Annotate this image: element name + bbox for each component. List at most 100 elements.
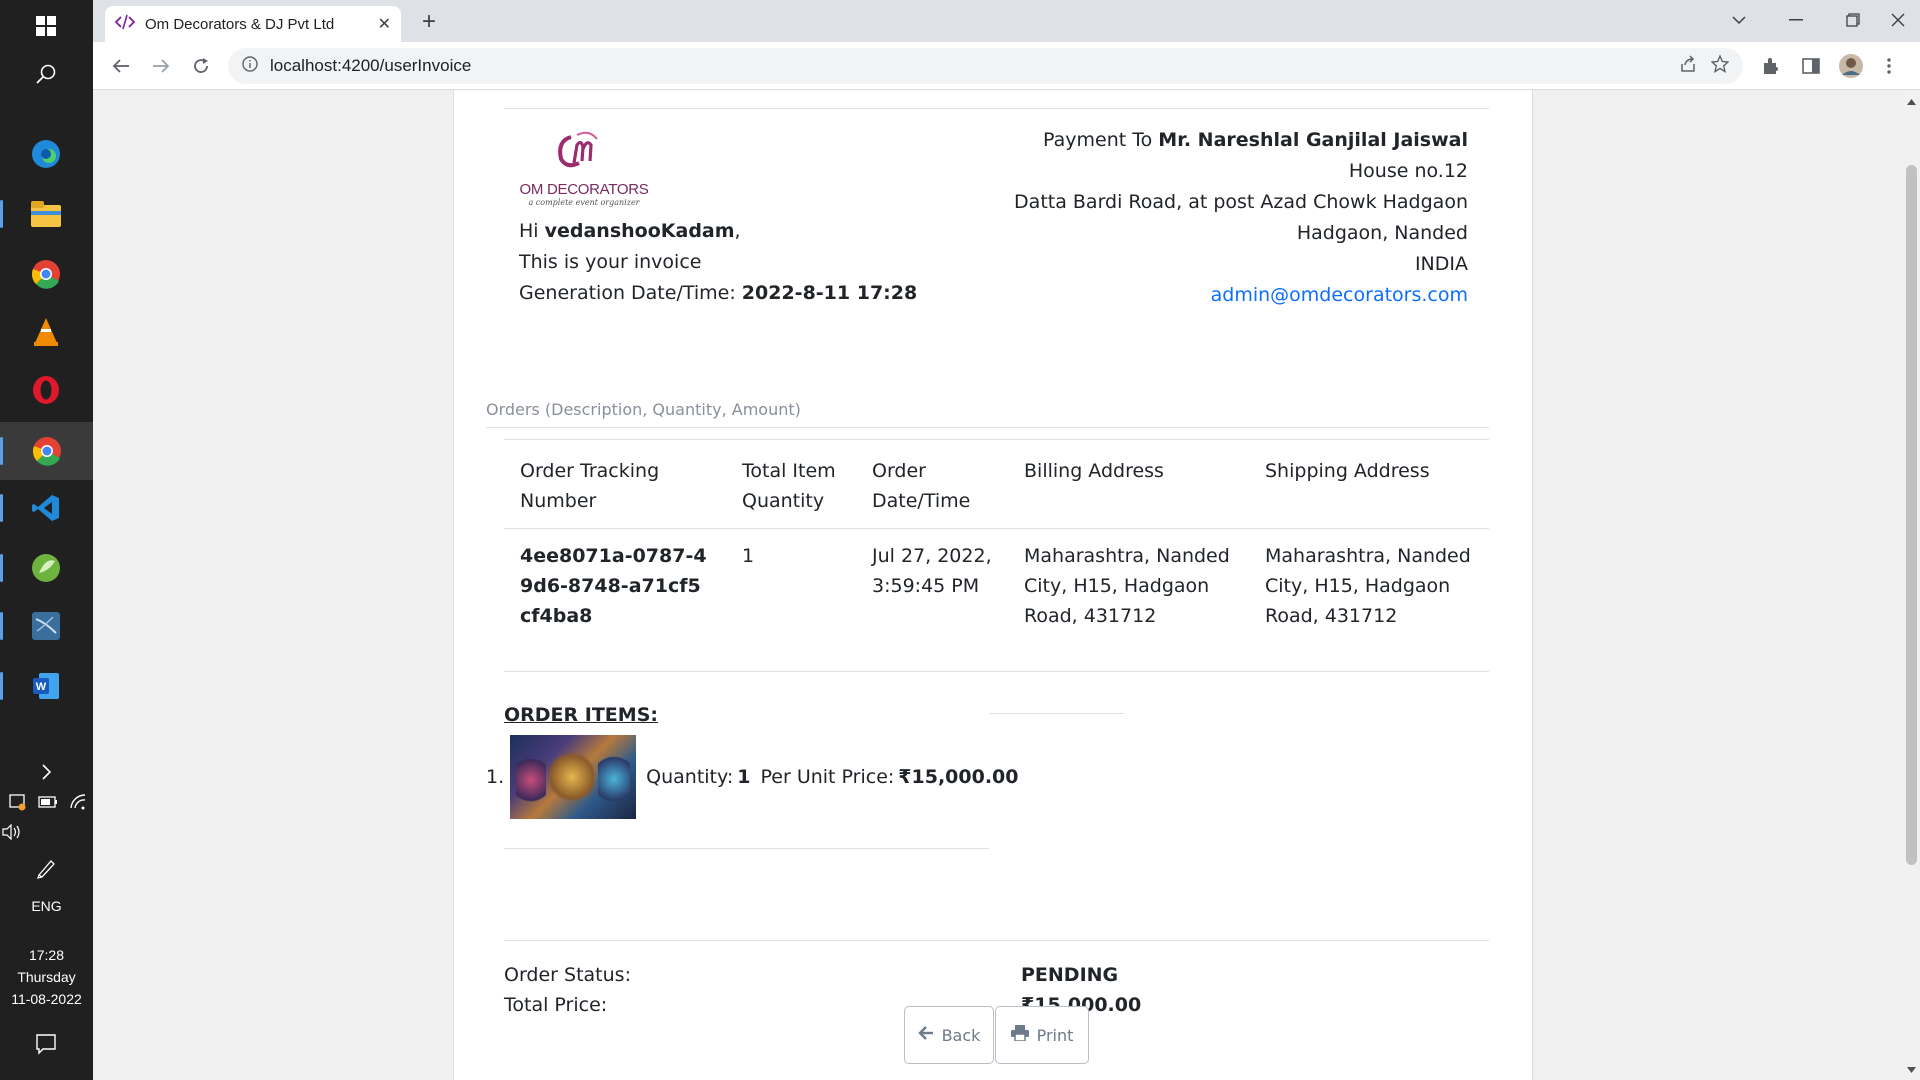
payment-label: Payment To	[1043, 129, 1159, 151]
table-header-row: Order Tracking Number Total Item Quantit…	[504, 440, 1489, 529]
payment-to-block: Payment To Mr. Nareshlal Ganjilal Jaiswa…	[1014, 125, 1468, 311]
close-tab-icon[interactable]: ✕	[378, 14, 391, 34]
menu-kebab-icon[interactable]	[1873, 50, 1905, 82]
security-tray-icon[interactable]	[9, 793, 27, 816]
browser-window: Om Decorators & DJ Pvt Ltd ✕ + localhost…	[93, 0, 1920, 1080]
table-row: 4ee8071a-0787-49d6-8748-a71cf5cf4ba8 1 J…	[504, 529, 1489, 672]
site-info-icon[interactable]	[242, 55, 258, 77]
word-icon[interactable]: W	[0, 668, 64, 704]
opera-icon[interactable]	[28, 372, 64, 408]
back-button-label: Back	[941, 1025, 981, 1045]
browser-tab[interactable]: Om Decorators & DJ Pvt Ltd ✕	[105, 6, 401, 42]
total-label: Total Price:	[504, 994, 608, 1016]
invoice-subtitle: This is your invoice	[519, 251, 702, 273]
back-nav-icon[interactable]	[105, 50, 137, 82]
quantity-label: Quantity:	[646, 766, 734, 788]
orders-table: Order Tracking Number Total Item Quantit…	[504, 440, 1489, 672]
invoice-page: OM DECORATORS a complete event organizer…	[453, 90, 1533, 1080]
minimize-button[interactable]	[1776, 4, 1816, 36]
mysql-workbench-icon[interactable]	[0, 608, 64, 644]
header-tracking-number: Order Tracking Number	[520, 460, 660, 512]
quantity-value: 1	[737, 766, 751, 788]
bookmark-star-icon[interactable]	[1710, 53, 1730, 78]
address-bar[interactable]: localhost:4200/userInvoice	[228, 48, 1743, 84]
battery-icon[interactable]	[38, 795, 58, 813]
invoice-greeting: Hi vedanshooKadam, This is your invoice …	[519, 216, 917, 309]
svg-text:W: W	[36, 681, 47, 693]
spring-tool-icon[interactable]	[0, 550, 64, 586]
chrome-icon[interactable]	[28, 256, 64, 292]
list-item: 1. Quantity: 1 Per Unit Price: ₹15,000.0…	[486, 735, 1019, 819]
status-badge: PENDING	[1021, 964, 1119, 986]
system-tray	[4, 793, 92, 816]
address-line: Datta Bardi Road, at post Azad Chowk Had…	[1014, 191, 1468, 213]
item-divider-short	[989, 713, 1124, 714]
clock[interactable]: 17:28 Thursday 11-08-2022	[0, 944, 93, 1010]
price-value: ₹15,000.00	[898, 766, 1019, 788]
clock-day: Thursday	[17, 969, 76, 985]
vscode-icon[interactable]	[0, 490, 64, 526]
back-button[interactable]: Back	[904, 1006, 994, 1064]
search-icon[interactable]	[28, 56, 64, 92]
summary-divider	[504, 940, 1489, 941]
notification-icon[interactable]	[28, 1026, 64, 1062]
profile-avatar[interactable]	[1835, 50, 1867, 82]
new-tab-button[interactable]: +	[415, 8, 443, 36]
order-items-heading: ORDER ITEMS:	[504, 704, 658, 726]
tab-title: Om Decorators & DJ Pvt Ltd	[145, 15, 335, 33]
wifi-icon[interactable]	[69, 793, 87, 815]
extensions-icon[interactable]	[1755, 50, 1787, 82]
chrome-active-icon[interactable]	[0, 422, 93, 480]
clock-time: 17:28	[28, 947, 65, 963]
scrollbar[interactable]	[1903, 90, 1920, 1080]
header-total-quantity: Total Item Quantity	[742, 460, 836, 512]
generation-value: 2022-8-11 17:28	[741, 282, 918, 304]
language-indicator[interactable]: ENG	[0, 898, 93, 914]
vlc-icon[interactable]	[28, 314, 64, 350]
side-panel-icon[interactable]	[1795, 50, 1827, 82]
item-thumbnail[interactable]	[510, 735, 637, 819]
top-divider	[504, 108, 1489, 109]
pen-icon[interactable]	[28, 850, 64, 886]
restore-button[interactable]	[1833, 4, 1873, 36]
forward-nav-icon[interactable]	[145, 50, 177, 82]
email-link[interactable]: admin@omdecorators.com	[1211, 284, 1468, 306]
volume-icon[interactable]	[2, 823, 22, 845]
print-button-label: Print	[1036, 1025, 1074, 1045]
scroll-down-icon[interactable]	[1907, 1060, 1916, 1078]
greeting-suffix: ,	[734, 220, 741, 242]
billing-address-cell: Maharashtra, Nanded City, H15, Hadgaon R…	[1024, 545, 1230, 627]
file-explorer-icon[interactable]	[0, 196, 64, 232]
url-text: localhost:4200/userInvoice	[270, 56, 472, 75]
windows-start-icon[interactable]	[28, 8, 64, 44]
payee-name: Mr. Nareshlal Ganjilal Jaiswal	[1158, 129, 1468, 151]
windows-taskbar: W ENG 17:28 Thursday 11-08-2022	[0, 0, 93, 1080]
print-button[interactable]: Print	[995, 1006, 1089, 1064]
orders-caption: Orders (Description, Quantity, Amount)	[486, 400, 801, 419]
quantity-cell: 1	[742, 545, 755, 567]
page-viewport: OM DECORATORS a complete event organizer…	[93, 90, 1920, 1080]
code-tab-icon	[114, 14, 136, 35]
clock-date: 11-08-2022	[11, 991, 82, 1007]
user-name: vedanshooKadam	[544, 220, 735, 242]
status-label: Order Status:	[504, 964, 631, 986]
generation-label: Generation Date/Time:	[519, 282, 742, 304]
chevron-right-icon[interactable]	[28, 754, 64, 790]
reload-icon[interactable]	[185, 50, 217, 82]
logo-name: OM DECORATORS	[519, 181, 649, 198]
payment-to-line: Payment To Mr. Nareshlal Ganjilal Jaiswa…	[1014, 125, 1468, 156]
close-window-button[interactable]	[1878, 4, 1918, 36]
item-index: 1.	[486, 766, 505, 788]
scroll-up-icon[interactable]	[1907, 92, 1916, 110]
tab-strip: Om Decorators & DJ Pvt Ltd ✕ +	[93, 0, 1920, 42]
browser-toolbar: localhost:4200/userInvoice	[93, 42, 1920, 90]
edge-browser-icon[interactable]	[28, 136, 64, 172]
price-label: Per Unit Price:	[760, 766, 895, 788]
scroll-thumb[interactable]	[1906, 165, 1917, 865]
share-icon[interactable]	[1679, 54, 1697, 78]
header-order-datetime: Order Date/Time	[872, 460, 971, 512]
tracking-number-cell: 4ee8071a-0787-49d6-8748-a71cf5cf4ba8	[520, 545, 707, 627]
datetime-cell: Jul 27, 2022, 3:59:45 PM	[872, 545, 992, 597]
tab-search-icon[interactable]	[1719, 4, 1759, 36]
address-line: House no.12	[1348, 160, 1468, 182]
